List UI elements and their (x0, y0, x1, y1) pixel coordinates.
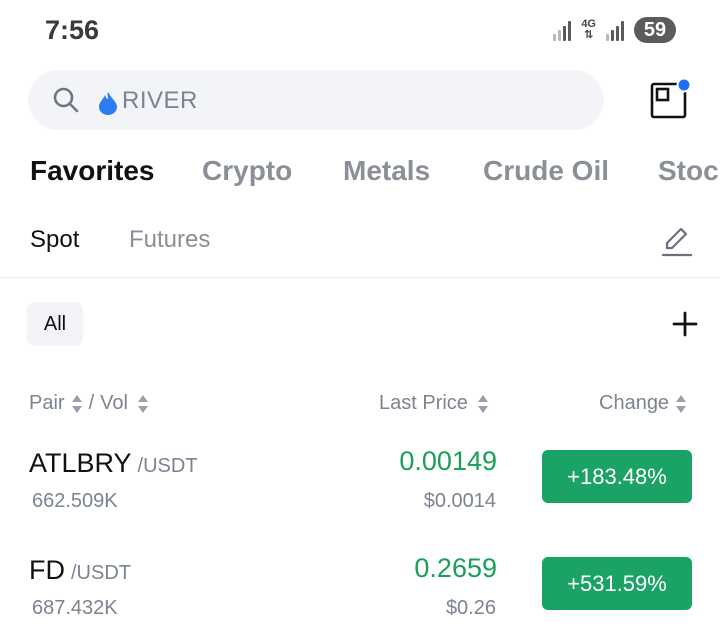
tab-futures[interactable]: Futures (129, 226, 210, 254)
column-pair-label: Pair (29, 392, 65, 414)
signal-icon (553, 19, 572, 41)
tab-metals[interactable]: Metals (343, 155, 430, 187)
last-price-usd: $0.0014 (423, 490, 496, 512)
plus-icon[interactable] (672, 311, 698, 337)
market-row[interactable]: ATLBRY/USDT 662.509K 0.00149 $0.0014 +18… (0, 446, 720, 558)
search-icon (53, 87, 79, 113)
edit-icon[interactable] (661, 224, 693, 258)
status-time: 7:56 (45, 15, 100, 45)
last-price-usd: $0.26 (445, 597, 496, 619)
column-vol-label: Vol (100, 392, 128, 414)
change-badge[interactable]: +531.59% (542, 557, 692, 610)
tab-crude-oil[interactable]: Crude Oil (483, 155, 609, 187)
divider (0, 277, 720, 278)
column-separator: / (88, 392, 95, 414)
filter-all-chip[interactable]: All (27, 302, 83, 346)
tab-stocks[interactable]: Stoc (658, 155, 719, 187)
pair-base: ATLBRY (29, 448, 132, 478)
change-badge[interactable]: +183.48% (542, 450, 692, 503)
last-price: 0.2659 (414, 553, 497, 583)
signal-icon-2 (606, 19, 624, 41)
tab-favorites[interactable]: Favorites (30, 155, 155, 187)
column-change-label: Change (599, 392, 670, 414)
column-last-price-label: Last Price (379, 392, 468, 414)
last-price: 0.00149 (399, 446, 497, 476)
pair-quote: /USDT (137, 455, 198, 477)
network-indicator: 4G ⇅ (581, 19, 596, 41)
sort-icon (477, 394, 488, 413)
column-header-change[interactable]: Change (599, 392, 687, 415)
category-tabs: Favorites Crypto Metals Crude Oil Stoc (30, 155, 720, 195)
sort-icon (137, 394, 148, 413)
tab-spot[interactable]: Spot (30, 226, 79, 254)
scan-icon[interactable] (648, 76, 692, 120)
status-icons: 4G ⇅ 59 (553, 17, 676, 43)
pair-base: FD (29, 555, 65, 585)
fire-drop-icon (99, 92, 117, 115)
tab-crypto[interactable]: Crypto (202, 155, 292, 187)
battery-indicator: 59 (634, 17, 676, 43)
data-arrows-icon: ⇅ (584, 29, 594, 41)
sort-icon (71, 394, 82, 413)
pair-quote: /USDT (71, 562, 131, 584)
pair-cell: ATLBRY/USDT (29, 448, 198, 479)
column-header-last-price[interactable]: Last Price (379, 392, 489, 415)
sort-icon (676, 394, 687, 413)
status-bar: 7:56 4G ⇅ 59 (0, 0, 720, 62)
search-bar[interactable]: RIVER (28, 70, 604, 130)
volume: 687.432K (32, 597, 118, 619)
search-placeholder: RIVER (122, 87, 198, 114)
column-header-pair-vol[interactable]: Pair / Vol (29, 392, 149, 415)
pair-cell: FD/USDT (29, 555, 131, 586)
market-row[interactable]: FD/USDT 687.432K 0.2659 $0.26 +531.59% (0, 553, 720, 641)
volume: 662.509K (32, 490, 118, 512)
